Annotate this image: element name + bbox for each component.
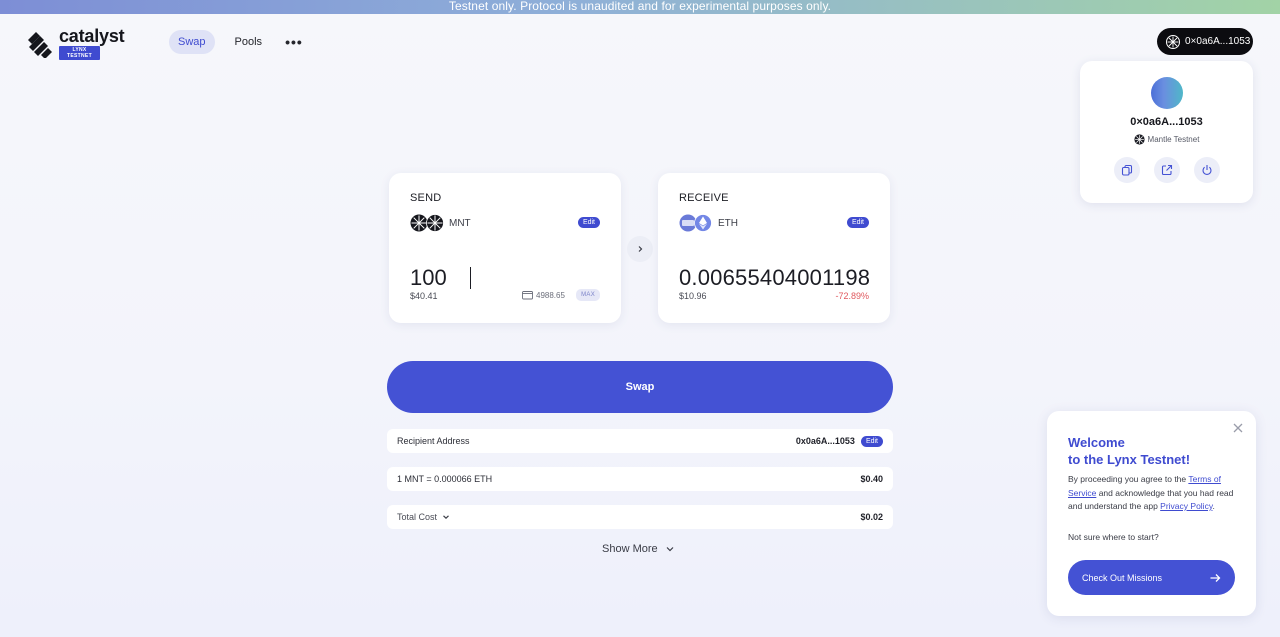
send-edit-button[interactable]: Edit xyxy=(577,217,600,228)
account-popover: 0×0a6A...1053 Mantle Testnet xyxy=(1080,61,1253,203)
welcome-title-line2: to the Lynx Testnet! xyxy=(1068,452,1191,467)
send-amount-input[interactable] xyxy=(410,265,470,291)
disconnect-button[interactable] xyxy=(1193,157,1220,183)
missions-button-label: Check Out Missions xyxy=(1082,572,1163,583)
receive-edit-button[interactable]: Edit xyxy=(846,217,869,228)
rate-usd-value: $0.40 xyxy=(860,474,883,484)
copy-address-button[interactable] xyxy=(1113,157,1140,183)
chevron-down-icon xyxy=(443,515,449,520)
account-address: 0×0a6A...1053 xyxy=(1130,116,1203,128)
recipient-edit-button[interactable]: Edit xyxy=(860,435,883,447)
receive-usd-value: $10.96 xyxy=(679,291,707,301)
catalyst-logo-icon xyxy=(28,31,52,58)
welcome-title-line1: Welcome xyxy=(1068,435,1125,450)
nav-swap[interactable]: Swap xyxy=(169,30,215,54)
send-token-selector[interactable]: MNT xyxy=(410,214,471,232)
avatar xyxy=(1150,77,1183,109)
receive-token-name: ETH xyxy=(718,217,738,229)
catalyst-logo[interactable]: catalyst LYNX TESTNET xyxy=(26,26,125,60)
welcome-question: Not sure where to start? xyxy=(1068,532,1159,542)
welcome-body: By proceeding you agree to the Terms of … xyxy=(1068,473,1240,514)
text-caret xyxy=(470,267,471,289)
network-name: Mantle Testnet xyxy=(1147,135,1200,144)
total-cost-toggle[interactable]: Total Cost xyxy=(397,512,450,522)
show-more-button[interactable]: Show More xyxy=(602,543,675,555)
receive-card: RECEIVE ETH Edit 0.006554040011986 $10.9… xyxy=(658,173,890,323)
receive-amount: 0.006554040011986 xyxy=(679,265,869,290)
wallet-icon xyxy=(522,291,533,300)
logo-name: catalyst xyxy=(59,26,125,46)
logo-badge: LYNX TESTNET xyxy=(59,46,100,60)
send-balance-value: 4988.65 xyxy=(536,290,565,300)
copy-icon xyxy=(1121,164,1132,176)
total-cost-value: $0.02 xyxy=(860,512,883,522)
recipient-row: Recipient Address 0x0a6A...1053 Edit xyxy=(387,429,893,453)
eth-token-icon xyxy=(679,214,712,232)
external-link-icon xyxy=(1161,164,1172,176)
max-button[interactable]: MAX xyxy=(576,289,600,301)
swap-direction-button[interactable] xyxy=(627,236,653,262)
rate-row: 1 MNT = 0.000066 ETH $0.40 xyxy=(387,467,893,491)
total-cost-label: Total Cost xyxy=(397,512,438,522)
send-balance: 4988.65 xyxy=(522,290,565,300)
send-token-name: MNT xyxy=(449,217,471,229)
close-icon[interactable] xyxy=(1232,422,1244,434)
exchange-rate: 1 MNT = 0.000066 ETH xyxy=(397,474,493,484)
welcome-body-text: By proceeding you agree to the xyxy=(1068,474,1189,484)
nav-pools[interactable]: Pools xyxy=(226,30,272,54)
recipient-label: Recipient Address xyxy=(397,436,470,446)
wallet-button[interactable]: 0×0a6A...1053 xyxy=(1157,28,1253,55)
wallet-address: 0×0a6A...1053 xyxy=(1185,36,1251,47)
send-card: SEND MNT Edit $40.41 4988.65 MAX xyxy=(389,173,621,323)
welcome-popup: Welcome to the Lynx Testnet! By proceedi… xyxy=(1047,411,1256,616)
open-explorer-button[interactable] xyxy=(1153,157,1180,183)
privacy-link[interactable]: Privacy Policy xyxy=(1160,501,1212,511)
recipient-address: 0x0a6A...1053 xyxy=(795,436,855,446)
mnt-token-icon xyxy=(410,214,444,232)
arrow-right-icon xyxy=(1210,573,1221,582)
send-usd-value: $40.41 xyxy=(410,291,438,301)
account-actions xyxy=(1080,157,1253,183)
testnet-banner: Testnet only. Protocol is unaudited and … xyxy=(0,0,1280,14)
chevron-down-icon xyxy=(666,547,674,552)
mantle-network-icon xyxy=(1166,34,1180,49)
welcome-body-text: . xyxy=(1212,501,1215,511)
main-nav: Swap Pools ••• xyxy=(169,30,303,54)
mantle-network-icon xyxy=(1133,134,1145,145)
account-network: Mantle Testnet xyxy=(1080,134,1253,145)
more-menu-icon[interactable]: ••• xyxy=(285,34,303,50)
power-icon xyxy=(1201,165,1212,175)
swap-button[interactable]: Swap xyxy=(387,361,893,413)
total-cost-row: Total Cost $0.02 xyxy=(387,505,893,529)
send-title: SEND xyxy=(410,192,442,204)
receive-token-selector[interactable]: ETH xyxy=(679,214,738,232)
receive-title: RECEIVE xyxy=(679,192,729,204)
chevron-right-icon xyxy=(638,246,643,252)
price-impact: -72.89% xyxy=(835,291,869,301)
show-more-label: Show More xyxy=(602,543,658,555)
welcome-title: Welcome to the Lynx Testnet! xyxy=(1068,434,1190,468)
check-out-missions-button[interactable]: Check Out Missions xyxy=(1068,560,1235,595)
send-amount-field[interactable] xyxy=(410,265,600,291)
